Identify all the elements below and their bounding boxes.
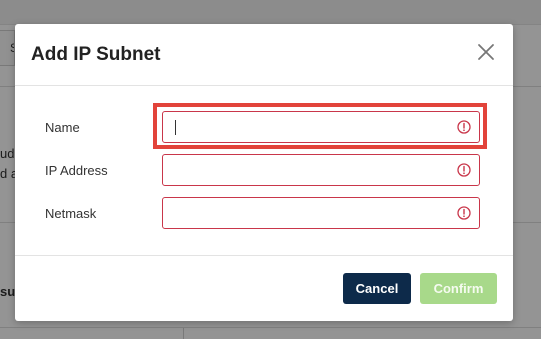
cancel-button[interactable]: Cancel	[343, 273, 411, 304]
netmask-input[interactable]	[173, 203, 443, 223]
add-ip-subnet-dialog: Add IP Subnet Name IP Address Netmask Ca…	[15, 24, 513, 321]
ip-address-input[interactable]	[173, 160, 443, 180]
netmask-field[interactable]	[162, 197, 480, 229]
ip-address-field[interactable]	[162, 154, 480, 186]
close-icon	[478, 44, 494, 60]
name-label: Name	[45, 120, 80, 135]
dialog-title: Add IP Subnet	[31, 44, 161, 65]
name-input[interactable]	[173, 117, 443, 137]
close-button[interactable]	[475, 41, 497, 63]
error-circle-icon	[457, 163, 471, 177]
error-circle-icon	[457, 206, 471, 220]
error-circle-icon	[457, 120, 471, 134]
netmask-label: Netmask	[45, 206, 97, 221]
header-divider	[15, 85, 513, 86]
name-field[interactable]	[162, 111, 480, 143]
footer-divider	[15, 255, 513, 256]
ip-address-label: IP Address	[45, 163, 108, 178]
confirm-button[interactable]: Confirm	[420, 273, 497, 304]
text-caret	[175, 120, 176, 135]
